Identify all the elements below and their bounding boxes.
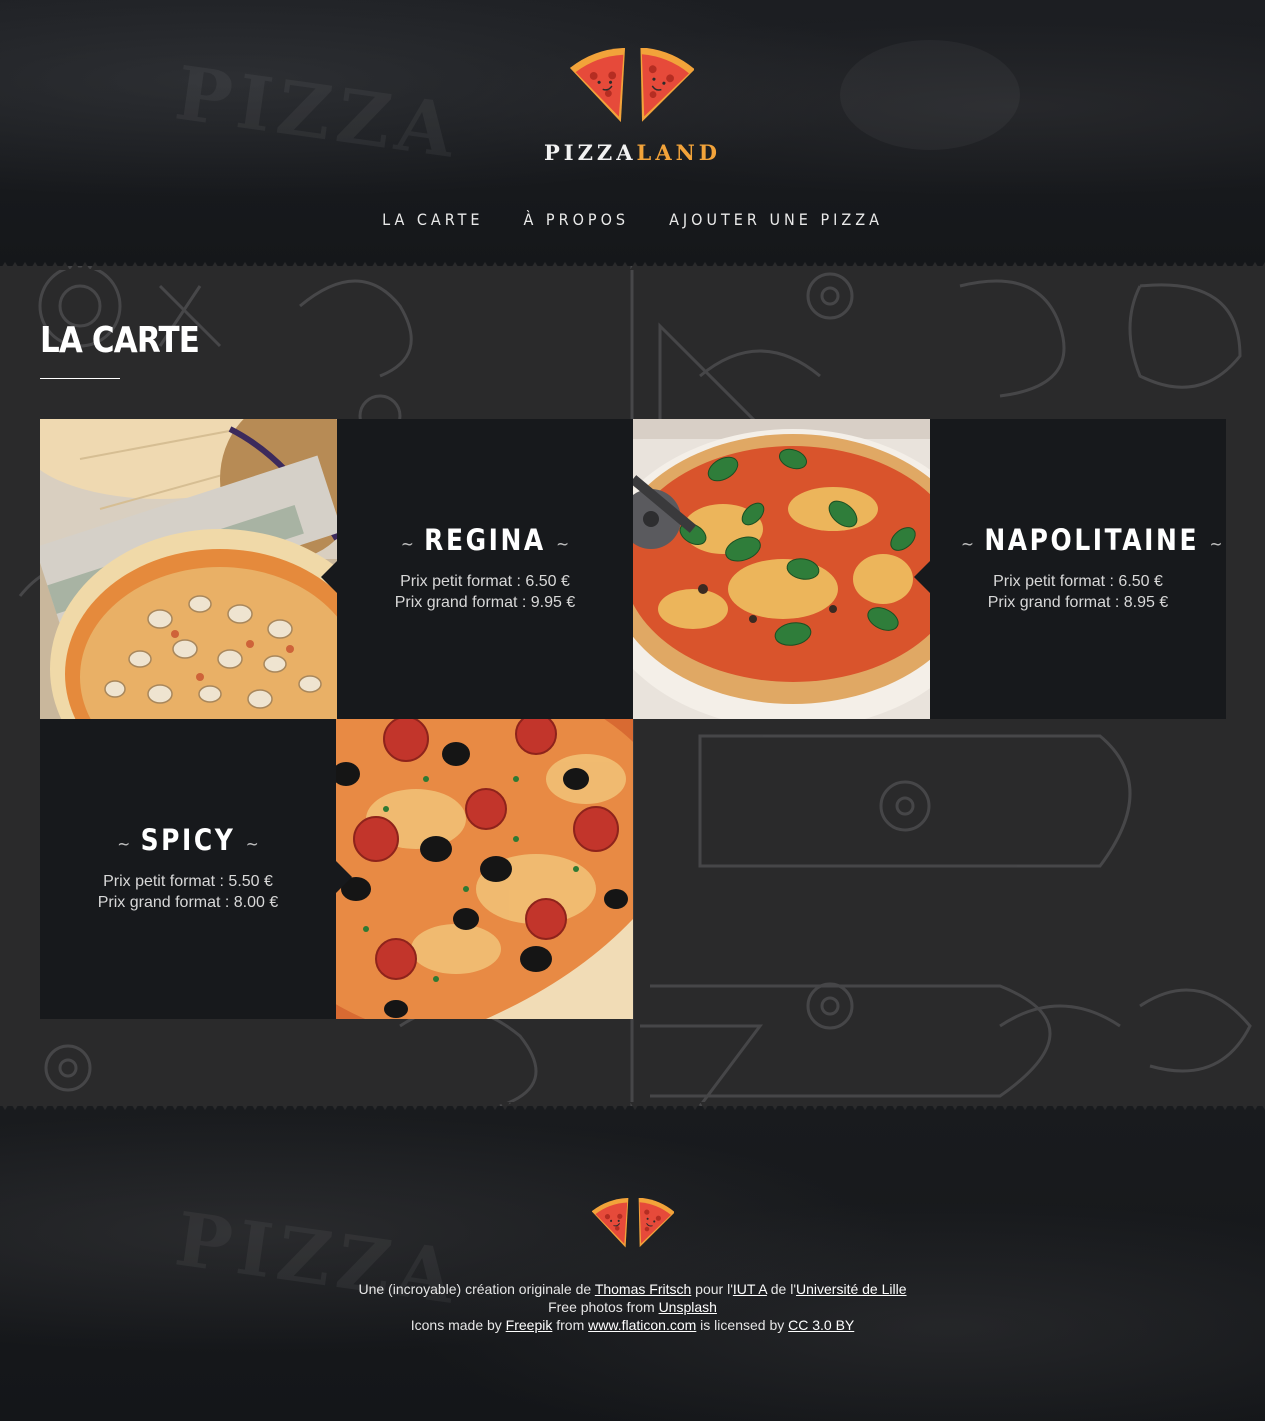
credits-text: is licensed by [696,1317,789,1333]
nav-a-propos[interactable]: À PROPOS [523,210,629,229]
pizza-name: ~ NAPOLITAINE ~ [951,523,1222,557]
pizza-prices: Prix petit format : 6.50 € Prix grand fo… [930,571,1226,613]
price-small: Prix petit format : 6.50 € [993,573,1163,590]
credits-text: de l' [766,1281,796,1297]
pizza-name: ~ REGINA ~ [358,523,613,557]
pizza-slices-logo-icon [592,1198,674,1254]
tilde-decoration: ~ [117,834,131,855]
flaticon-link[interactable]: www.flaticon.com [588,1317,696,1333]
pizza-info-spicy: ~ SPICY ~ Prix petit format : 5.50 € Prix … [40,719,336,1019]
nav-la-carte[interactable]: LA CARTE [382,210,483,229]
background-decoration [840,40,1020,150]
credits-text: pour l' [691,1281,733,1297]
unsplash-link[interactable]: Unsplash [659,1299,717,1315]
pizza-card-spicy[interactable]: ~ SPICY ~ Prix petit format : 5.50 € Prix … [40,719,633,1019]
university-link[interactable]: Université de Lille [796,1281,907,1297]
credits-text: Icons made by [410,1317,506,1333]
pizza-name: ~ SPICY ~ [61,823,316,857]
iut-link[interactable]: IUT A [733,1281,767,1297]
pizza-image-regina [40,419,337,719]
price-small: Prix petit format : 6.50 € [400,573,570,590]
credits-text: from [552,1317,589,1333]
license-link[interactable]: CC 3.0 BY [788,1317,854,1333]
credits: Une (incroyable) création originale de T… [0,1280,1265,1334]
author-link[interactable]: Thomas Fritsch [595,1281,691,1297]
pizza-name-napolitaine: NAPOLITAINE [984,523,1200,557]
pizza-image-napolitaine [633,419,930,719]
pizza-card-napolitaine[interactable]: ~ NAPOLITAINE ~ Prix petit format : 6.50 €… [633,419,1226,719]
freepik-link[interactable]: Freepik [506,1317,553,1333]
tilde-decoration: ~ [1209,534,1223,555]
pizza-prices: Prix petit format : 5.50 € Prix grand fo… [40,871,336,913]
site-header: PIZZA PIZZALAND LA CARTE À PROPOS AJOUTE… [0,0,1265,266]
credits-line-2: Free photos from Unsplash [0,1298,1265,1316]
credits-text: Free photos from [548,1299,659,1315]
page-title: LA CARTE [40,320,200,361]
card-notch [914,561,930,593]
main-nav: LA CARTE À PROPOS AJOUTER UNE PIZZA [0,210,1265,229]
tilde-decoration: ~ [961,534,975,555]
title-underline [40,378,120,379]
brand-part-pizza: PIZZA [543,140,637,165]
site-footer: PIZZA Une (incroyable) création original… [0,1106,1265,1421]
pizza-info-regina: ~ REGINA ~ Prix petit format : 6.50 € Prix… [337,419,633,719]
tilde-decoration: ~ [556,534,570,555]
brand-name[interactable]: PIZZALAND [0,140,1265,165]
pizza-image-spicy [336,719,633,1019]
pizza-info-napolitaine: ~ NAPOLITAINE ~ Prix petit format : 6.50 €… [930,419,1226,719]
price-large: Prix grand format : 9.95 € [394,594,576,611]
brand-part-land: LAND [636,140,722,165]
pizza-prices: Prix petit format : 6.50 € Prix grand fo… [337,571,633,613]
pizza-name-regina: REGINA [424,523,546,557]
zigzag-edge-bottom [0,1102,1265,1110]
price-large: Prix grand format : 8.95 € [987,594,1169,611]
tilde-decoration: ~ [400,534,414,555]
pizza-card-regina[interactable]: ~ REGINA ~ Prix petit format : 6.50 € Prix… [40,419,633,719]
zigzag-edge-top [0,262,1265,270]
price-large: Prix grand format : 8.00 € [97,894,279,911]
pizza-name-spicy: SPICY [140,823,236,857]
pizza-slices-logo-icon[interactable] [570,48,694,132]
card-notch [336,861,352,893]
credits-line-1: Une (incroyable) création originale de T… [0,1280,1265,1298]
card-notch [321,561,337,593]
menu-section: LA CARTE ~ REGINA ~ Prix petit format: … [0,266,1265,1106]
credits-text: Une (incroyable) création originale de [358,1281,595,1297]
price-small: Prix petit format : 5.50 € [103,873,273,890]
nav-ajouter-pizza[interactable]: AJOUTER UNE PIZZA [669,210,883,229]
credits-line-3: Icons made by Freepik from www.flaticon.… [0,1316,1265,1334]
tilde-decoration: ~ [245,834,259,855]
